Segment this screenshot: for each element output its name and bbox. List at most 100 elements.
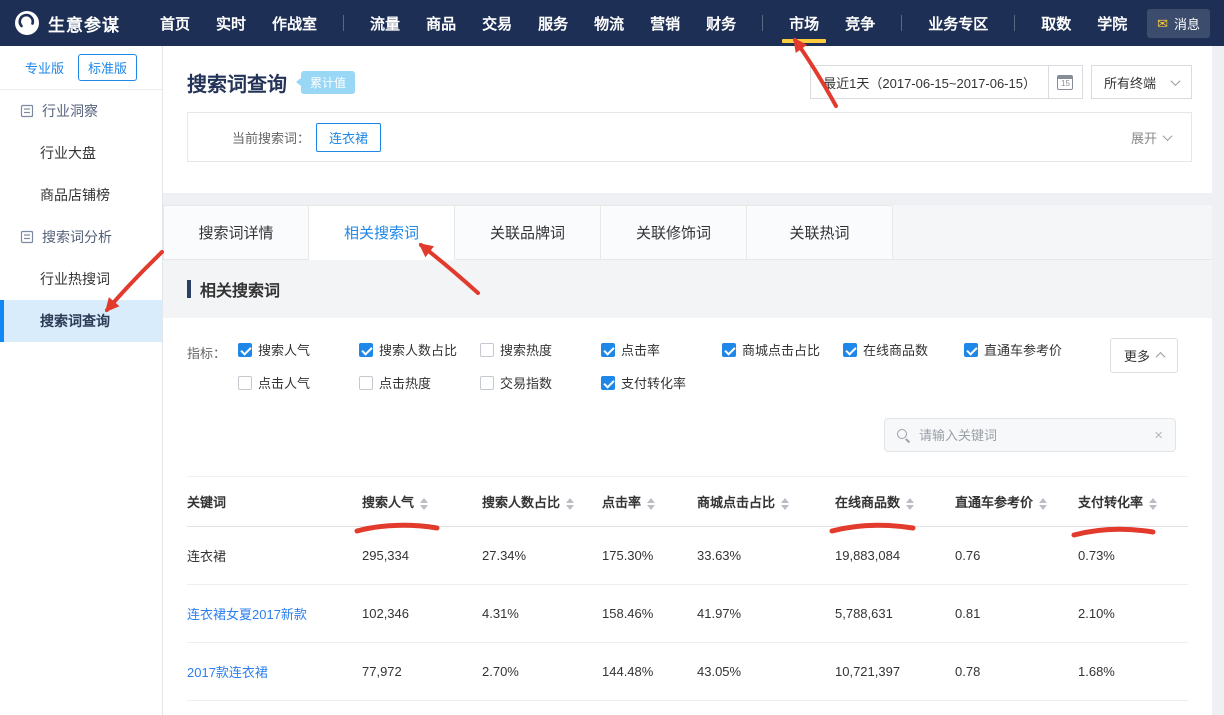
filter-trade-index[interactable]: 交易指数	[480, 373, 601, 392]
table-row: 连衣裙 295,334 27.34% 175.30% 33.63% 19,883…	[187, 527, 1188, 585]
tab-related-modifier-words[interactable]: 关联修饰词	[601, 205, 747, 260]
chevron-down-icon	[1163, 131, 1173, 141]
column-header-ztc-reference-price[interactable]: 直通车参考价	[955, 477, 1078, 527]
nav-data-extract[interactable]: 取数	[1041, 0, 1071, 46]
section-marker	[187, 280, 191, 298]
sort-icon[interactable]	[781, 498, 789, 510]
expand-toggle[interactable]: 展开	[1131, 128, 1171, 147]
metric-filters: 指标： 搜索人气 搜索人数占比 搜索热度	[163, 318, 1212, 392]
message-label: 消息	[1174, 14, 1200, 33]
mail-icon: ✉	[1157, 17, 1168, 30]
message-button[interactable]: ✉ 消息	[1147, 9, 1210, 38]
nav-trade[interactable]: 交易	[482, 0, 512, 46]
nav-market[interactable]: 市场	[789, 0, 819, 46]
sort-icon[interactable]	[566, 498, 574, 510]
current-keyword-tag[interactable]: 连衣裙	[316, 123, 381, 152]
calendar-icon[interactable]: 15	[1048, 66, 1082, 98]
nav-realtime[interactable]: 实时	[216, 0, 246, 46]
sort-icon[interactable]	[420, 498, 428, 510]
keyword-search-box[interactable]: ×	[884, 418, 1176, 452]
tab-related-brand-words[interactable]: 关联品牌词	[455, 205, 601, 260]
page-header: 搜索词查询 累计值 最近1天（2017-06-15~2017-06-15） 15…	[163, 46, 1212, 193]
filter-mall-click-ratio[interactable]: 商城点击占比	[722, 340, 843, 359]
checkbox-icon	[238, 343, 252, 357]
nav-divider	[343, 15, 344, 31]
column-header-payment-conversion[interactable]: 支付转化率	[1078, 477, 1188, 527]
clear-icon[interactable]: ×	[1154, 428, 1163, 443]
tab-related-hot-words[interactable]: 关联热词	[747, 205, 893, 260]
checkbox-icon	[843, 343, 857, 357]
more-button[interactable]: 更多	[1110, 338, 1178, 373]
column-header-keyword[interactable]: 关键词	[187, 477, 362, 527]
nav-marketing[interactable]: 营销	[650, 0, 680, 46]
column-header-click-rate[interactable]: 点击率	[602, 477, 697, 527]
terminal-select[interactable]: 所有终端	[1091, 65, 1192, 99]
nav-traffic[interactable]: 流量	[370, 0, 400, 46]
search-icon	[897, 429, 910, 442]
filter-click-popularity[interactable]: 点击人气	[238, 373, 359, 392]
sidebar: 专业版 标准版 行业洞察 行业大盘 商品店铺榜	[0, 46, 163, 715]
tab-search-word-detail[interactable]: 搜索词详情	[163, 205, 309, 260]
sort-icon[interactable]	[906, 498, 914, 510]
column-header-mall-click-ratio[interactable]: 商城点击占比	[697, 477, 835, 527]
sidebar-menu: 行业洞察 行业大盘 商品店铺榜 搜索词分析 行业热搜词 搜索词查询	[0, 90, 162, 342]
filter-click-heat[interactable]: 点击热度	[359, 373, 480, 392]
checkbox-icon	[480, 343, 494, 357]
filter-click-rate[interactable]: 点击率	[601, 340, 722, 359]
sidebar-item-product-shop-rank[interactable]: 商品店铺榜	[0, 174, 162, 216]
sort-icon[interactable]	[647, 498, 655, 510]
sidebar-item-industry-hot-words[interactable]: 行业热搜词	[0, 258, 162, 300]
nav-service[interactable]: 服务	[538, 0, 568, 46]
content-tabs: 搜索词详情 相关搜索词 关联品牌词 关联修饰词 关联热词	[163, 205, 1212, 260]
document-icon	[20, 104, 34, 118]
search-row: ×	[163, 418, 1212, 452]
filter-payment-conversion[interactable]: 支付转化率	[601, 373, 722, 392]
tab-standard-version[interactable]: 标准版	[78, 54, 137, 81]
keyword-link[interactable]: 连衣裙女夏2017新款	[187, 585, 362, 643]
sidebar-item-industry-insight[interactable]: 行业洞察	[0, 90, 162, 132]
column-header-online-products[interactable]: 在线商品数	[835, 477, 955, 527]
sidebar-item-industry-overview[interactable]: 行业大盘	[0, 132, 162, 174]
main-content: 搜索词查询 累计值 最近1天（2017-06-15~2017-06-15） 15…	[163, 46, 1224, 715]
date-range-text: 最近1天（2017-06-15~2017-06-15）	[811, 73, 1048, 92]
checkbox-icon	[964, 343, 978, 357]
nav-war-room[interactable]: 作战室	[272, 0, 317, 46]
keyword-link[interactable]: 2017款连衣裙	[187, 643, 362, 701]
checkbox-icon	[359, 343, 373, 357]
tab-professional-version[interactable]: 专业版	[25, 58, 64, 77]
sidebar-version-tabs: 专业版 标准版	[0, 46, 162, 90]
section-title: 相关搜索词	[200, 277, 280, 301]
sort-icon[interactable]	[1149, 498, 1157, 510]
sidebar-item-search-word-analysis[interactable]: 搜索词分析	[0, 216, 162, 258]
sidebar-item-search-word-query[interactable]: 搜索词查询	[0, 300, 162, 342]
column-header-search-user-ratio[interactable]: 搜索人数占比	[482, 477, 602, 527]
keyword-search-input[interactable]	[919, 428, 1145, 443]
checkbox-icon	[359, 376, 373, 390]
filter-online-products[interactable]: 在线商品数	[843, 340, 964, 359]
related-keywords-table: 关键词 搜索人气 搜索人数占比 点击率 商城点击占比 在线商品数 直通车参考价 …	[187, 476, 1188, 701]
nav-home[interactable]: 首页	[160, 0, 190, 46]
checkbox-icon	[722, 343, 736, 357]
checkbox-icon	[238, 376, 252, 390]
current-search-panel: 当前搜索词： 连衣裙 展开	[187, 112, 1192, 162]
nav-divider	[1014, 15, 1015, 31]
app-logo[interactable]: 生意参谋	[14, 10, 120, 36]
filter-search-user-ratio[interactable]: 搜索人数占比	[359, 340, 480, 359]
nav-finance[interactable]: 财务	[706, 0, 736, 46]
table-header-row: 关键词 搜索人气 搜索人数占比 点击率 商城点击占比 在线商品数 直通车参考价 …	[187, 477, 1188, 527]
checkbox-icon	[601, 343, 615, 357]
filter-ztc-reference-price[interactable]: 直通车参考价	[964, 340, 1085, 359]
date-range-picker[interactable]: 最近1天（2017-06-15~2017-06-15） 15	[810, 65, 1083, 99]
filter-search-popularity[interactable]: 搜索人气	[238, 340, 359, 359]
nav-product[interactable]: 商品	[426, 0, 456, 46]
brand-name: 生意参谋	[48, 11, 120, 36]
nav-logistics[interactable]: 物流	[594, 0, 624, 46]
nav-competition[interactable]: 竞争	[845, 0, 875, 46]
column-header-search-popularity[interactable]: 搜索人气	[362, 477, 482, 527]
tab-related-search-words[interactable]: 相关搜索词	[309, 205, 455, 260]
filter-search-heat[interactable]: 搜索热度	[480, 340, 601, 359]
top-navigation: 生意参谋 首页 实时 作战室 流量 商品 交易 服务 物流 营销 财务 市场 竞…	[0, 0, 1224, 46]
nav-academy[interactable]: 学院	[1097, 0, 1127, 46]
nav-business-zone[interactable]: 业务专区	[928, 0, 988, 46]
sort-icon[interactable]	[1039, 498, 1047, 510]
